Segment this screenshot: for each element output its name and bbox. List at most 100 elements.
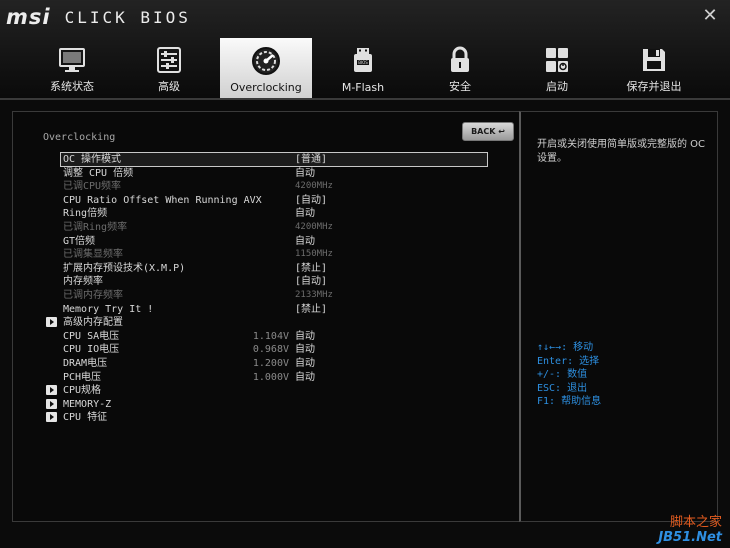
setting-value[interactable]: [自动] bbox=[295, 275, 327, 288]
submenu-arrow-icon bbox=[46, 412, 57, 423]
setting-label: 已调集显频率 bbox=[63, 249, 123, 261]
settings-panel: Overclocking BACK ↩ OC 操作模式 [普通] 调整 CPU 倍频… bbox=[12, 111, 520, 522]
help-panel: 开启或关闭使用简单版或完整版的 OC 设置。 ↑↓←→: 移动 Enter: 选择… bbox=[519, 111, 718, 522]
tab-label: 高级 bbox=[158, 80, 180, 93]
submenu-row[interactable]: CPU 特征 bbox=[46, 411, 487, 424]
setting-label: CPU Ratio Offset When Running AVX bbox=[63, 194, 262, 206]
close-icon[interactable]: ✕ bbox=[700, 6, 720, 26]
setting-row: 已调Ring频率 4200MHz bbox=[61, 221, 487, 234]
tab-label: Overclocking bbox=[230, 81, 302, 94]
tab-3[interactable]: BIOS M-Flash bbox=[317, 38, 409, 100]
setting-row: 已调集显频率 1150MHz bbox=[61, 248, 487, 261]
tab-label: 安全 bbox=[449, 80, 471, 93]
setting-label: 已调Ring频率 bbox=[63, 222, 128, 233]
floppy-icon bbox=[608, 45, 700, 75]
setting-value: 1150MHz bbox=[295, 249, 333, 260]
setting-value[interactable]: 自动 bbox=[295, 207, 315, 220]
tab-4[interactable]: 安全 bbox=[414, 38, 506, 100]
setting-row[interactable]: 调整 CPU 倍频 自动 bbox=[61, 167, 487, 180]
setting-value[interactable]: 自动 bbox=[295, 357, 315, 370]
tab-label: 系统状态 bbox=[50, 80, 94, 93]
speedometer-icon bbox=[220, 45, 312, 77]
setting-label: MEMORY-Z bbox=[63, 398, 112, 410]
setting-label: 已调内存频率 bbox=[63, 290, 123, 301]
tab-6[interactable]: 保存并退出 bbox=[608, 38, 700, 100]
setting-label: OC 操作模式 bbox=[63, 154, 122, 165]
setting-value[interactable]: [自动] bbox=[295, 194, 327, 207]
setting-row[interactable]: DRAM电压 1.200V 自动 bbox=[61, 357, 487, 370]
setting-label: 内存频率 bbox=[63, 276, 103, 288]
msi-logo: msi bbox=[6, 5, 51, 29]
setting-row[interactable]: CPU IO电压 0.968V 自动 bbox=[61, 343, 487, 356]
setting-value[interactable]: 自动 bbox=[295, 235, 315, 248]
tab-0[interactable]: 系统状态 bbox=[26, 38, 118, 100]
setting-row[interactable]: GT倍频 自动 bbox=[61, 235, 487, 248]
watermark-line1: 脚本之家 bbox=[669, 515, 722, 530]
tab-label: 启动 bbox=[546, 80, 568, 93]
setting-row[interactable]: Memory Try It ! [禁止] bbox=[61, 303, 487, 316]
section-title: Overclocking bbox=[43, 132, 116, 143]
tab-1[interactable]: 高级 bbox=[123, 38, 215, 100]
setting-label: DRAM电压 bbox=[63, 358, 108, 369]
tab-label: 保存并退出 bbox=[626, 80, 682, 93]
setting-value[interactable]: [普通] bbox=[295, 153, 327, 166]
setting-row[interactable]: 扩展内存预设技术(X.M.P) [禁止] bbox=[61, 262, 487, 275]
key-hint: ↑↓←→: 移动 bbox=[537, 342, 594, 353]
setting-value[interactable]: 自动 bbox=[295, 343, 315, 356]
setting-value[interactable]: [禁止] bbox=[295, 262, 327, 275]
submenu-row[interactable]: 高级内存配置 bbox=[46, 316, 487, 329]
brand-logo: msi CLICK BIOS bbox=[6, 5, 191, 29]
setting-row[interactable]: CPU Ratio Offset When Running AVX [自动] bbox=[61, 194, 487, 207]
setting-label: CPU 特征 bbox=[63, 412, 108, 424]
setting-label: CPU IO电压 bbox=[63, 344, 120, 356]
setting-value[interactable]: 自动 bbox=[295, 371, 315, 384]
setting-row[interactable]: PCH电压 1.000V 自动 bbox=[61, 371, 487, 384]
setting-label: PCH电压 bbox=[63, 371, 102, 383]
setting-label: CPU规格 bbox=[63, 385, 102, 397]
key-hint: Enter: 选择 bbox=[537, 355, 600, 367]
setting-value: 4200MHz bbox=[295, 181, 333, 192]
svg-text:BIOS: BIOS bbox=[358, 60, 368, 65]
setting-row[interactable]: CPU SA电压 1.104V 自动 bbox=[61, 330, 487, 343]
key-hint: +/-: 数值 bbox=[537, 369, 588, 380]
setting-row[interactable]: OC 操作模式 [普通] bbox=[60, 152, 488, 167]
setting-row[interactable]: Ring倍频 自动 bbox=[61, 207, 487, 220]
setting-label: 已调CPU频率 bbox=[63, 181, 122, 193]
submenu-row[interactable]: CPU规格 bbox=[46, 384, 487, 397]
lock-icon bbox=[414, 45, 506, 75]
product-name: CLICK BIOS bbox=[64, 7, 191, 27]
voltage-reading: 1.200V bbox=[252, 358, 289, 369]
top-bar: msi CLICK BIOS ✕ 系统状态 高级 Overclocking BIOS M… bbox=[0, 0, 730, 100]
setting-row: 已调CPU频率 4200MHz bbox=[61, 180, 487, 193]
setting-label: 扩展内存预设技术(X.M.P) bbox=[63, 262, 186, 274]
key-hint: F1: 帮助信息 bbox=[537, 396, 602, 407]
setting-row[interactable]: 内存频率 [自动] bbox=[61, 275, 487, 288]
help-description: 开启或关闭使用简单版或完整版的 OC 设置。 bbox=[537, 139, 706, 164]
usb-icon: BIOS bbox=[317, 45, 409, 75]
voltage-reading: 0.968V bbox=[252, 344, 289, 356]
setting-value: 4200MHz bbox=[295, 222, 333, 232]
watermark-line2: JB51.Net bbox=[658, 530, 722, 545]
setting-label: 调整 CPU 倍频 bbox=[63, 167, 134, 179]
setting-value[interactable]: [禁止] bbox=[295, 303, 327, 316]
voltage-reading: 1.000V bbox=[252, 371, 289, 383]
main-nav: 系统状态 高级 Overclocking BIOS M-Flash 安全 启动 保存并退出 bbox=[0, 38, 730, 100]
submenu-row[interactable]: MEMORY-Z bbox=[46, 398, 487, 411]
monitor-icon bbox=[26, 45, 118, 75]
setting-value[interactable]: 自动 bbox=[295, 330, 315, 343]
submenu-arrow-icon bbox=[46, 317, 57, 328]
submenu-arrow-icon bbox=[46, 385, 57, 396]
power-grid-icon bbox=[511, 45, 603, 75]
voltage-reading: 1.104V bbox=[252, 330, 289, 342]
submenu-arrow-icon bbox=[46, 398, 57, 409]
setting-label: Memory Try It ! bbox=[63, 303, 154, 315]
key-hint: ESC: 退出 bbox=[537, 382, 588, 394]
setting-value[interactable]: 自动 bbox=[295, 167, 315, 180]
tab-2[interactable]: Overclocking bbox=[220, 38, 312, 100]
back-button[interactable]: BACK ↩ bbox=[462, 122, 514, 141]
tab-5[interactable]: 启动 bbox=[511, 38, 603, 100]
key-legend: ↑↓←→: 移动 Enter: 选择 +/-: 数值 ESC: 退出 F1: 帮助信息 bbox=[537, 341, 601, 409]
tab-label: M-Flash bbox=[341, 81, 385, 94]
setting-row: 已调内存频率 2133MHz bbox=[61, 289, 487, 302]
divider bbox=[0, 98, 730, 100]
